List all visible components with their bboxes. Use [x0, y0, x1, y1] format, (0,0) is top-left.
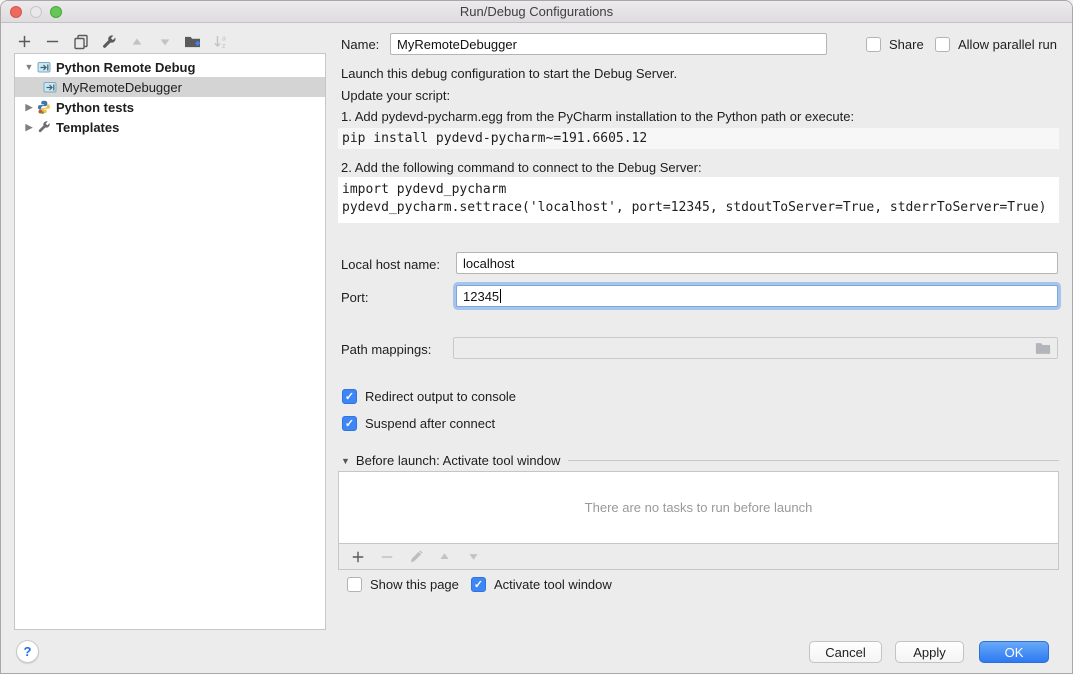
remote-debug-config-icon [36, 59, 52, 75]
tree-item-python-tests[interactable]: ▶ Python tests [15, 97, 325, 117]
before-launch-label: Before launch: Activate tool window [356, 453, 561, 468]
run-debug-configurations-dialog: Run/Debug Configurations az ▼ Python Rem… [0, 0, 1073, 674]
chevron-right-icon[interactable]: ▶ [22, 102, 36, 113]
allow-parallel-run-checkbox[interactable] [935, 37, 950, 52]
suspend-after-connect-row: ✓ Suspend after connect [342, 416, 495, 431]
path-mappings-input[interactable] [453, 337, 1058, 359]
chevron-down-icon[interactable]: ▼ [341, 456, 350, 466]
update-script-text: Update your script: [341, 88, 450, 103]
browse-folder-icon[interactable] [1035, 342, 1051, 355]
local-host-label: Local host name: [341, 257, 440, 272]
cancel-button[interactable]: Cancel [809, 641, 882, 663]
remove-task-icon [377, 547, 396, 566]
chevron-right-icon[interactable]: ▶ [22, 122, 36, 133]
edit-templates-wrench-icon[interactable] [99, 32, 118, 51]
new-folder-icon[interactable] [183, 32, 202, 51]
local-host-value: localhost [463, 256, 514, 271]
chevron-down-icon[interactable]: ▼ [22, 62, 36, 72]
copy-configuration-icon[interactable] [71, 32, 90, 51]
name-value: MyRemoteDebugger [397, 37, 517, 52]
redirect-output-label: Redirect output to console [365, 389, 516, 404]
port-input[interactable]: 12345 [456, 285, 1058, 307]
settrace-code-block: import pydevd_pycharm pydevd_pycharm.sett… [338, 177, 1059, 223]
window-title: Run/Debug Configurations [1, 4, 1072, 19]
no-tasks-message: There are no tasks to run before launch [339, 472, 1058, 543]
configurations-tree: ▼ Python Remote Debug MyRemoteDebugger ▶… [14, 53, 326, 630]
apply-button[interactable]: Apply [895, 641, 964, 663]
pip-install-command: pip install pydevd-pycharm~=191.6605.12 [342, 131, 647, 146]
activate-tool-window-row: ✓ Activate tool window [471, 577, 612, 592]
name-input[interactable]: MyRemoteDebugger [390, 33, 827, 55]
python-tests-icon [36, 99, 52, 115]
configurations-toolbar: az [15, 32, 230, 51]
step1-text: 1. Add pydevd-pycharm.egg from the PyCha… [341, 109, 854, 124]
svg-text:z: z [222, 43, 226, 50]
ok-button-label: OK [1005, 645, 1024, 660]
suspend-after-connect-checkbox[interactable]: ✓ [342, 416, 357, 431]
redirect-output-checkbox[interactable]: ✓ [342, 389, 357, 404]
section-divider [568, 460, 1059, 461]
step2-text: 2. Add the following command to connect … [341, 160, 702, 175]
suspend-after-connect-label: Suspend after connect [365, 416, 495, 431]
code-line-1: import pydevd_pycharm [342, 182, 506, 197]
templates-wrench-icon [36, 119, 52, 135]
ok-button[interactable]: OK [979, 641, 1049, 663]
tree-item-label: MyRemoteDebugger [62, 80, 182, 95]
remove-configuration-icon[interactable] [43, 32, 62, 51]
svg-text:a: a [222, 35, 226, 42]
tree-item-label: Python tests [56, 100, 134, 115]
activate-tool-window-label: Activate tool window [494, 577, 612, 592]
edit-task-pencil-icon [406, 547, 425, 566]
intro-text: Launch this debug configuration to start… [341, 66, 677, 81]
port-label: Port: [341, 290, 368, 305]
tree-item-label: Python Remote Debug [56, 60, 195, 75]
allow-parallel-checkbox-row: Allow parallel run [935, 33, 1057, 55]
activate-tool-window-checkbox[interactable]: ✓ [471, 577, 486, 592]
share-checkbox-row: Share [866, 33, 924, 55]
show-this-page-label: Show this page [370, 577, 459, 592]
tree-item-label: Templates [56, 120, 119, 135]
show-this-page-checkbox[interactable] [347, 577, 362, 592]
show-this-page-row: Show this page [347, 577, 459, 592]
tasks-toolbar [339, 543, 1058, 569]
code-line-2: pydevd_pycharm.settrace('localhost', por… [342, 200, 1046, 215]
add-configuration-icon[interactable] [15, 32, 34, 51]
local-host-input[interactable]: localhost [456, 252, 1058, 274]
titlebar: Run/Debug Configurations [1, 1, 1072, 23]
share-label: Share [889, 37, 924, 52]
move-down-icon [155, 32, 174, 51]
pip-install-code: pip install pydevd-pycharm~=191.6605.12 [338, 128, 1059, 149]
port-value: 12345 [463, 289, 499, 304]
before-launch-tasks-panel: There are no tasks to run before launch [338, 471, 1059, 570]
add-task-icon[interactable] [348, 547, 367, 566]
tree-item-templates[interactable]: ▶ Templates [15, 117, 325, 137]
move-up-icon [127, 32, 146, 51]
tree-item-python-remote-debug[interactable]: ▼ Python Remote Debug [15, 57, 325, 77]
sort-alphabetically-icon: az [211, 32, 230, 51]
path-mappings-label: Path mappings: [341, 342, 431, 357]
remote-debug-config-icon [42, 79, 58, 95]
text-caret [500, 289, 501, 303]
allow-parallel-run-label: Allow parallel run [958, 37, 1057, 52]
move-task-up-icon [435, 547, 454, 566]
help-button[interactable]: ? [16, 640, 39, 663]
before-launch-header[interactable]: ▼ Before launch: Activate tool window [341, 453, 1059, 468]
apply-button-label: Apply [913, 645, 946, 660]
help-question-mark: ? [24, 644, 32, 659]
tree-item-myremotedebugger[interactable]: MyRemoteDebugger [15, 77, 325, 97]
cancel-button-label: Cancel [825, 645, 865, 660]
share-checkbox[interactable] [866, 37, 881, 52]
name-label: Name: [341, 37, 379, 52]
move-task-down-icon [464, 547, 483, 566]
redirect-output-row: ✓ Redirect output to console [342, 389, 516, 404]
